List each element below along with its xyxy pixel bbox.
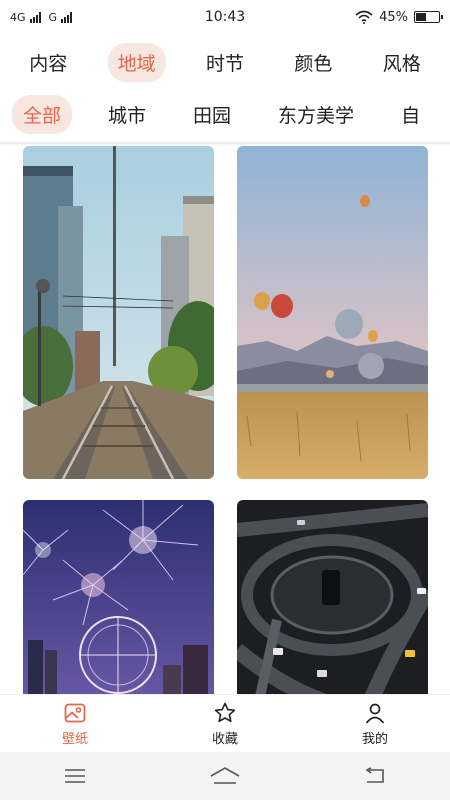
back-button[interactable] [355,761,395,791]
network-label-1: 4G [10,10,26,24]
signal-icon-2 [61,11,73,23]
nav-profile-label: 我的 [361,731,388,747]
nav-favorites-label: 收藏 [211,731,238,747]
bottom-nav: 壁纸 收藏 我的 [0,694,450,752]
home-icon [210,767,240,784]
tab-style[interactable]: 风格 [373,43,431,82]
wallpaper-grid [0,146,450,694]
category-tabs: 内容 地域 时节 颜色 风格 [0,40,450,84]
system-nav-bar [0,752,450,800]
nav-wallpaper[interactable]: 壁纸 [15,701,135,747]
back-icon [365,767,384,783]
highway-interchange-photo [237,500,428,694]
nav-wallpaper-label: 壁纸 [61,731,88,747]
tab-season[interactable]: 时节 [196,43,254,82]
home-button[interactable] [205,761,245,791]
railway-photo [23,146,214,479]
subtab-more[interactable]: 自 [390,95,431,134]
tab-content[interactable]: 内容 [19,43,77,82]
network-label-2: G [48,10,58,24]
person-icon [365,703,385,724]
nav-profile[interactable]: 我的 [315,701,435,747]
wallpaper-card-balloons[interactable] [237,146,428,479]
wallpaper-card-fireworks[interactable] [23,500,214,694]
nav-favorites[interactable]: 收藏 [165,701,285,747]
subtab-oriental-aesthetics[interactable]: 东方美学 [267,95,365,134]
signal-icon [29,11,41,23]
fireworks-ferris-wheel-photo [23,500,214,694]
battery-percent: 45% [379,9,408,25]
star-icon [214,702,236,722]
network-indicators: 4G G [10,11,76,24]
image-icon [64,703,86,722]
menu-button[interactable] [55,761,95,791]
hot-air-balloons-photo [237,146,428,479]
wallpaper-card-railway[interactable] [23,146,214,479]
battery-icon [414,11,443,23]
subtab-all[interactable]: 全部 [12,94,73,134]
subtab-countryside[interactable]: 田园 [182,95,242,134]
tab-color[interactable]: 颜色 [284,43,342,82]
menu-icon [65,769,85,783]
wallpaper-card-interchange[interactable] [237,500,428,694]
sub-tabs: 全部 城市 田园 东方美学 自 [0,92,450,136]
status-bar: 4G G 10:43 45% [0,0,450,34]
battery-level [416,13,426,21]
tab-region[interactable]: 地域 [107,42,166,82]
wifi-icon [355,10,373,24]
subtab-city[interactable]: 城市 [97,95,157,134]
